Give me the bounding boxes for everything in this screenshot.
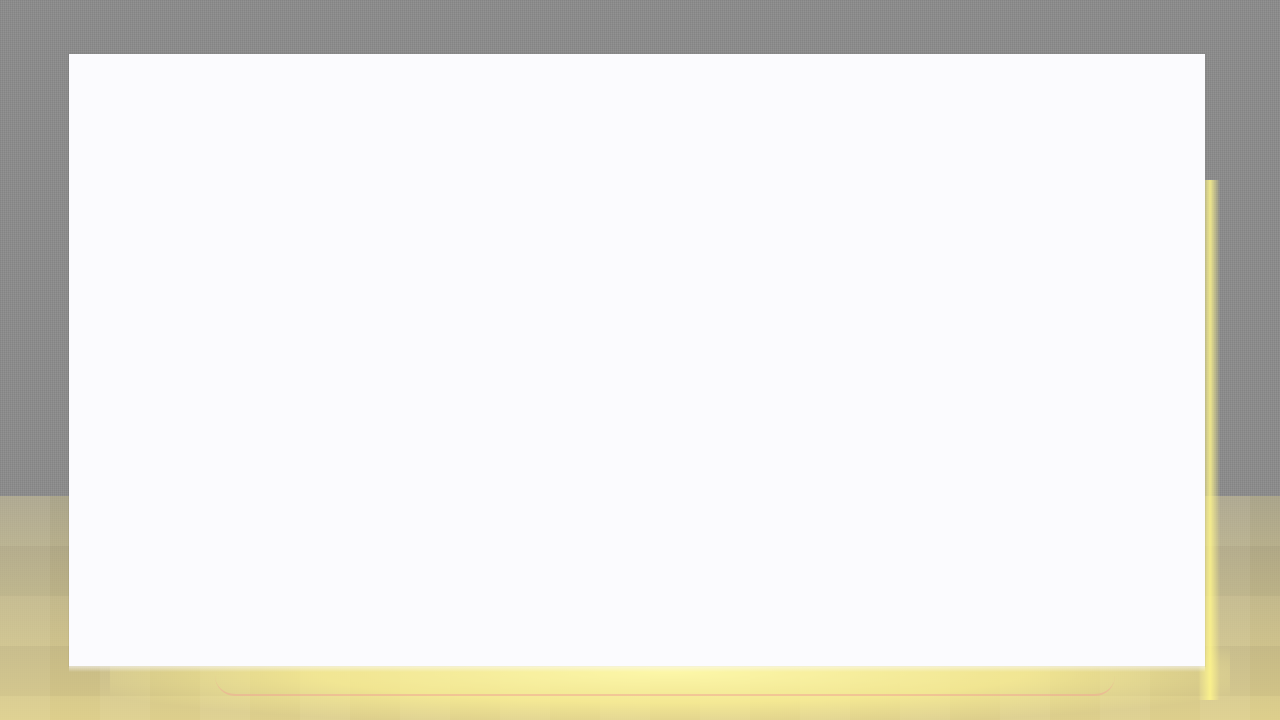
pink-edge	[215, 676, 1115, 696]
screen-backdrop	[0, 0, 1280, 720]
panel-bottom-fold	[69, 662, 1205, 672]
blank-white-panel	[69, 54, 1205, 666]
